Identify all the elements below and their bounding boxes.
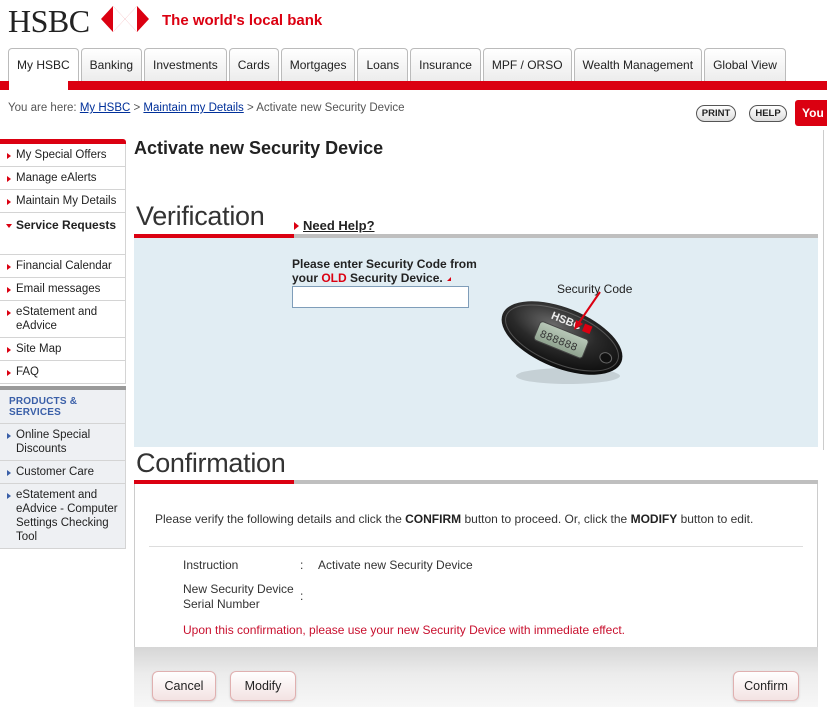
breadcrumb-link-maintain-my-details[interactable]: Maintain my Details xyxy=(143,102,243,114)
products-heading: PRODUCTS & SERVICES xyxy=(0,390,126,424)
help-button[interactable]: HELP xyxy=(749,105,787,122)
tab-investments[interactable]: Investments xyxy=(144,48,227,81)
hsbc-hexagon-logo-icon[interactable] xyxy=(101,6,149,32)
instr-mid: button to proceed. Or, click the xyxy=(461,512,631,526)
detail-label-instruction: Instruction xyxy=(183,558,239,572)
security-code-prompt: Please enter Security Code from your OLD… xyxy=(292,257,477,285)
tab-global-view[interactable]: Global View xyxy=(704,48,786,81)
tab-mpf-orso[interactable]: MPF / ORSO xyxy=(482,48,572,81)
detail-label-serial-line2: Serial Number xyxy=(183,597,260,611)
tab-underline-bar xyxy=(0,81,827,90)
tab-cards[interactable]: Cards xyxy=(228,48,279,81)
prompt-old-highlight: OLD xyxy=(321,271,347,285)
verification-heading: Verification xyxy=(136,201,265,231)
header: HSBC The world's local bank xyxy=(0,0,827,46)
detail-value-instruction: Activate new Security Device xyxy=(318,558,473,572)
cancel-button[interactable]: Cancel xyxy=(152,671,216,701)
tab-mortgages[interactable]: Mortgages xyxy=(280,48,356,81)
sidebar-item-faq[interactable]: FAQ xyxy=(0,361,126,384)
print-button[interactable]: PRINT xyxy=(696,105,736,122)
sidebar-item-financial-calendar[interactable]: Financial Calendar xyxy=(0,255,126,278)
hsbc-logo-text[interactable]: HSBC xyxy=(8,3,90,40)
tab-my-hsbc[interactable]: My HSBC xyxy=(8,48,79,82)
sidebar-item-service-requests[interactable]: Service Requests xyxy=(0,213,126,255)
prompt-line-1: Please enter Security Code from xyxy=(292,257,477,271)
tab-insurance[interactable]: Insurance xyxy=(410,48,481,81)
detail-label-serial-line1: New Security Device xyxy=(183,582,294,596)
prompt-rest: Security Device. xyxy=(346,271,443,285)
confirm-button[interactable]: Confirm xyxy=(733,671,799,701)
detail-label-serial-number: New Security Device Serial Number xyxy=(183,582,294,612)
prompt-line-2: your OLD Security Device. xyxy=(292,271,477,285)
instr-modify-word: MODIFY xyxy=(630,512,678,526)
red-corner-icon xyxy=(446,276,451,281)
tab-loans[interactable]: Loans xyxy=(357,48,409,81)
confirmation-instructions: Please verify the following details and … xyxy=(155,512,753,526)
sidebar-item-manage-ealerts[interactable]: Manage eAlerts xyxy=(0,167,126,190)
tab-wealth-management[interactable]: Wealth Management xyxy=(573,48,703,81)
detail-colon: : xyxy=(300,589,304,603)
main-nav-tabs: My HSBC Banking Investments Cards Mortga… xyxy=(8,48,788,82)
tagline: The world's local bank xyxy=(162,12,323,29)
products-services-panel: PRODUCTS & SERVICES Online Special Disco… xyxy=(0,386,126,549)
sidebar: My Special Offers Manage eAlerts Maintai… xyxy=(0,139,126,384)
tab-banking[interactable]: Banking xyxy=(80,48,143,81)
breadcrumb-link-my-hsbc[interactable]: My HSBC xyxy=(80,102,130,114)
breadcrumb-separator: > xyxy=(130,102,144,114)
breadcrumb: You are here: My HSBC > Maintain my Deta… xyxy=(8,102,405,114)
prompt-your: your xyxy=(292,271,322,285)
sidebar-item-site-map[interactable]: Site Map xyxy=(0,338,126,361)
products-item-settings-checking-tool[interactable]: eStatement and eAdvice - Computer Settin… xyxy=(0,484,126,549)
detail-colon: : xyxy=(300,558,304,572)
sidebar-item-email-messages[interactable]: Email messages xyxy=(0,278,126,301)
right-divider xyxy=(823,130,824,450)
instr-pre: Please verify the following details and … xyxy=(155,512,406,526)
breadcrumb-prefix: You are here: xyxy=(8,102,80,114)
security-code-input[interactable] xyxy=(292,286,469,308)
breadcrumb-current: Activate new Security Device xyxy=(256,102,405,114)
products-item-online-special-discounts[interactable]: Online Special Discounts xyxy=(0,424,126,461)
you-tab[interactable]: You xyxy=(795,100,827,126)
instr-post: button to edit. xyxy=(677,512,754,526)
confirmation-warning: Upon this confirmation, please use your … xyxy=(183,623,625,637)
active-tab-gap xyxy=(9,81,68,90)
modify-button[interactable]: Modify xyxy=(230,671,296,701)
security-device-illustration: HSBC 888888 xyxy=(501,291,623,384)
sidebar-item-estatement-eadvice[interactable]: eStatement and eAdvice xyxy=(0,301,126,338)
sidebar-item-maintain-my-details[interactable]: Maintain My Details xyxy=(0,190,126,213)
need-help-link[interactable]: Need Help? xyxy=(294,218,375,233)
sidebar-item-my-special-offers[interactable]: My Special Offers xyxy=(0,144,126,167)
breadcrumb-separator: > xyxy=(243,102,257,114)
instr-confirm-word: CONFIRM xyxy=(405,512,462,526)
confirmation-heading: Confirmation xyxy=(136,448,286,478)
products-item-customer-care[interactable]: Customer Care xyxy=(0,461,126,484)
page-title: Activate new Security Device xyxy=(134,138,384,158)
details-divider xyxy=(149,546,803,547)
